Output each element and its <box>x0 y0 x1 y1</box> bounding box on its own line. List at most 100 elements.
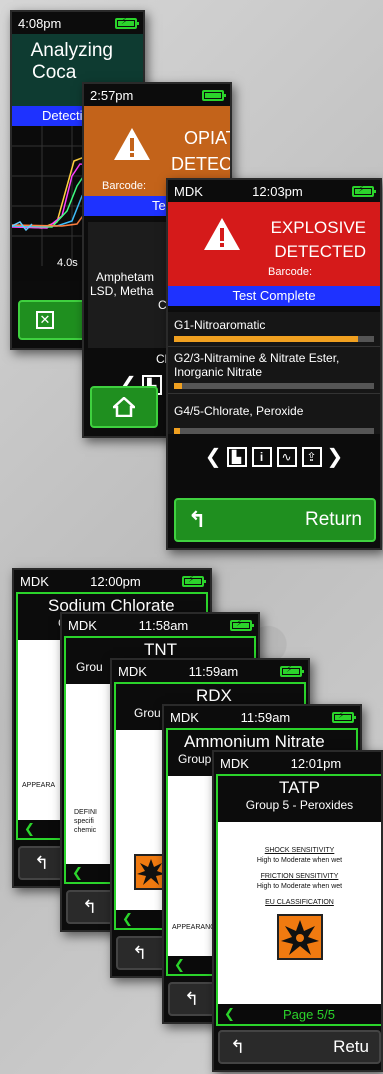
brand-label: MDK <box>220 755 249 771</box>
battery-icon <box>202 89 226 101</box>
status-bar: MDK 11:59am <box>112 660 308 682</box>
barcode-label: Barcode: <box>102 180 147 192</box>
group-label: G4/5-Chlorate, Peroxide <box>174 404 304 418</box>
substance-title: TATP <box>279 778 320 797</box>
return-arrow-icon: ↰ <box>184 988 200 1009</box>
friction-sensitivity-value: High to Moderate when wet <box>256 883 343 890</box>
battery-icon <box>332 710 356 723</box>
status-bar: MDK 11:58am <box>62 614 258 636</box>
status-bar: MDK 11:59am <box>164 706 360 728</box>
return-button[interactable]: ↰ <box>66 890 116 924</box>
warning-icon <box>204 218 240 250</box>
group-level-bar <box>174 428 374 434</box>
barcode-label: Barcode: <box>268 266 313 278</box>
battery-icon <box>115 16 139 29</box>
explosive-hazard-icon <box>276 914 323 960</box>
device-explosive: MDK 12:03pm EXPLOSIVE DETECTED Barcode: … <box>166 178 382 550</box>
clock: 2:57pm <box>90 87 134 103</box>
chevron-left-icon[interactable]: ❮ <box>24 821 35 837</box>
explosion-symbol-icon <box>280 920 319 955</box>
device-tatp: MDK 12:01pm TATP Group 5 - Peroxides SHO… <box>212 750 383 1072</box>
definition-line: DEFINI <box>74 809 97 816</box>
info-icon[interactable]: i <box>251 446 272 467</box>
return-label: Retu <box>333 1037 369 1056</box>
return-label: Return <box>304 509 362 530</box>
group-level-bar <box>174 383 374 389</box>
definition-line: chemic <box>74 827 97 834</box>
clock: 12:03pm <box>252 183 303 199</box>
shock-sensitivity-heading: SHOCK SENSITIVITY <box>264 847 335 854</box>
friction-sensitivity-heading: FRICTION SENSITIVITY <box>260 873 339 880</box>
battery-icon <box>182 574 206 587</box>
chevron-left-icon[interactable]: ❮ <box>174 957 185 973</box>
close-icon: ✕ <box>36 311 54 329</box>
info-frame: TATP Group 5 - Peroxides SHOCK SENSITIVI… <box>216 774 381 1026</box>
usb-icon[interactable]: ⇪ <box>301 446 322 467</box>
chart-icon[interactable]: ▙ <box>226 446 247 467</box>
alert-banner: EXPLOSIVE DETECTED Barcode: <box>168 202 380 286</box>
status-bar: 2:57pm <box>84 84 230 106</box>
definition-line: specifi <box>74 818 94 825</box>
analyzing-title: Analyzing <box>30 40 113 61</box>
status-bar: MDK 12:00pm <box>14 570 210 592</box>
substance-title: RDX <box>196 686 232 705</box>
battery-icon <box>280 664 304 677</box>
status-bar: MDK 12:03pm <box>168 180 380 202</box>
home-icon <box>113 397 135 417</box>
clock: 11:59am <box>240 709 291 725</box>
brand-label: MDK <box>174 183 203 199</box>
eu-classification-heading: EU CLASSIFICATION <box>265 899 334 906</box>
analyzing-title-2: Coca <box>32 62 77 83</box>
clock: 11:59am <box>188 663 239 679</box>
alert-title-2: DETECTED <box>171 154 232 174</box>
brand-label: MDK <box>118 663 147 679</box>
home-button[interactable] <box>90 386 158 428</box>
group-label: G2/3-Nitramine & Nitrate Ester, Inorgani… <box>174 351 340 379</box>
brand-label: MDK <box>170 709 199 725</box>
chevron-left-icon[interactable]: ❮ <box>72 865 83 881</box>
clock: 4:08pm <box>18 15 62 31</box>
return-arrow-icon: ↰ <box>82 896 98 917</box>
battery-icon <box>352 184 376 197</box>
clock: 11:58am <box>138 617 189 633</box>
status-bar: MDK 12:01pm <box>214 752 381 774</box>
group-row: G2/3-Nitramine & Nitrate Ester, Inorgani… <box>168 346 380 389</box>
return-button[interactable]: ↰ <box>116 936 166 970</box>
return-arrow-icon: ↰ <box>230 1036 246 1057</box>
clock: 12:00pm <box>90 573 141 589</box>
alert-title-2: DETECTED <box>274 242 366 261</box>
return-button[interactable]: ↰ <box>168 982 218 1016</box>
chevron-left-icon[interactable]: ❮ <box>224 1006 235 1022</box>
group-list: G1-Nitroaromatic G2/3-Nitramine & Nitrat… <box>168 312 380 434</box>
return-button[interactable]: ↰ Retu <box>218 1030 381 1064</box>
chevron-left-icon[interactable]: ❮ <box>122 911 133 927</box>
time-axis-label: 4.0s <box>57 257 78 269</box>
substance-title: TNT <box>144 640 178 659</box>
group-row: G4/5-Chlorate, Peroxide <box>168 393 380 434</box>
group-row: G1-Nitroaromatic <box>168 312 380 342</box>
return-arrow-icon: ↰ <box>188 507 207 532</box>
return-arrow-icon: ↰ <box>132 942 148 963</box>
chevron-left-icon[interactable]: ❮ <box>205 444 222 469</box>
definition-text: DEFINI specifi chemic <box>74 808 97 835</box>
info-page: SHOCK SENSITIVITY High to Moderate when … <box>218 822 381 1004</box>
return-arrow-icon: ↰ <box>34 852 50 873</box>
chevron-right-icon[interactable]: ❯ <box>327 444 344 469</box>
page-indicator: Page 5/5 <box>282 1006 335 1022</box>
waveform-icon[interactable]: ∿ <box>276 446 297 467</box>
alert-title: OPIATES <box>184 128 230 148</box>
return-button[interactable]: ↰ Return <box>174 498 376 542</box>
shock-sensitivity-value: High to Moderate when wet <box>256 857 343 864</box>
battery-icon <box>230 618 254 631</box>
substance-group: Group 5 - Peroxides <box>245 798 354 812</box>
page-footer: ❮ Page 5/5 <box>218 1004 381 1024</box>
substance-title: Ammonium Nitrate <box>184 732 325 751</box>
alert-title: EXPLOSIVE <box>270 218 366 237</box>
brand-label: MDK <box>68 617 97 633</box>
brand-label: MDK <box>20 573 49 589</box>
nav-bar: ❮ ▙ i ∿ ⇪ ❯ <box>168 444 380 469</box>
appearance-heading: APPEARANC <box>172 924 216 931</box>
test-complete-bar: Test Complete <box>168 286 380 306</box>
group-label: G1-Nitroaromatic <box>174 318 266 332</box>
cancel-button[interactable]: ✕ <box>18 300 88 340</box>
